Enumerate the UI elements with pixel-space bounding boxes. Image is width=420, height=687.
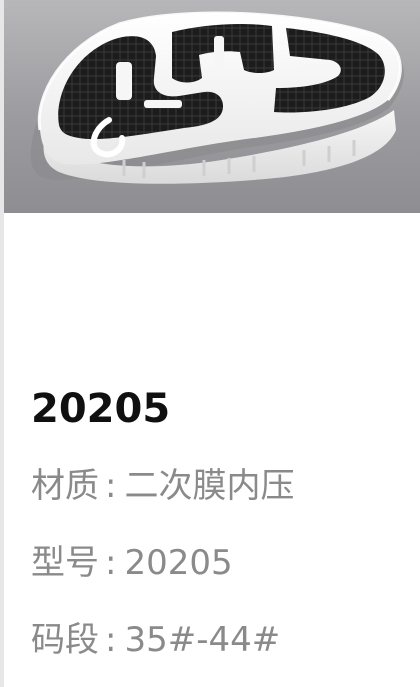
spec-material: 材质: 二次膜内压 xyxy=(31,464,294,508)
model-number-title: 20205 xyxy=(31,386,171,432)
spec-model-separator: : xyxy=(105,543,117,583)
spec-size-range-separator: : xyxy=(105,620,117,660)
spec-material-label: 材质 xyxy=(31,466,99,506)
shoe-sole-illustration xyxy=(4,0,420,213)
spec-model-value: 20205 xyxy=(124,543,233,583)
spec-size-range-label: 码段 xyxy=(31,620,99,660)
spec-material-value: 二次膜内压 xyxy=(124,466,295,506)
spec-size-range: 码段:35#-44# xyxy=(31,618,280,662)
spec-model-label: 型号 xyxy=(31,543,99,583)
spec-size-range-value: 35#-44# xyxy=(124,620,281,660)
spec-material-separator: : xyxy=(105,466,117,506)
spec-model: 型号:20205 xyxy=(31,541,233,585)
product-image[interactable] xyxy=(4,0,420,213)
